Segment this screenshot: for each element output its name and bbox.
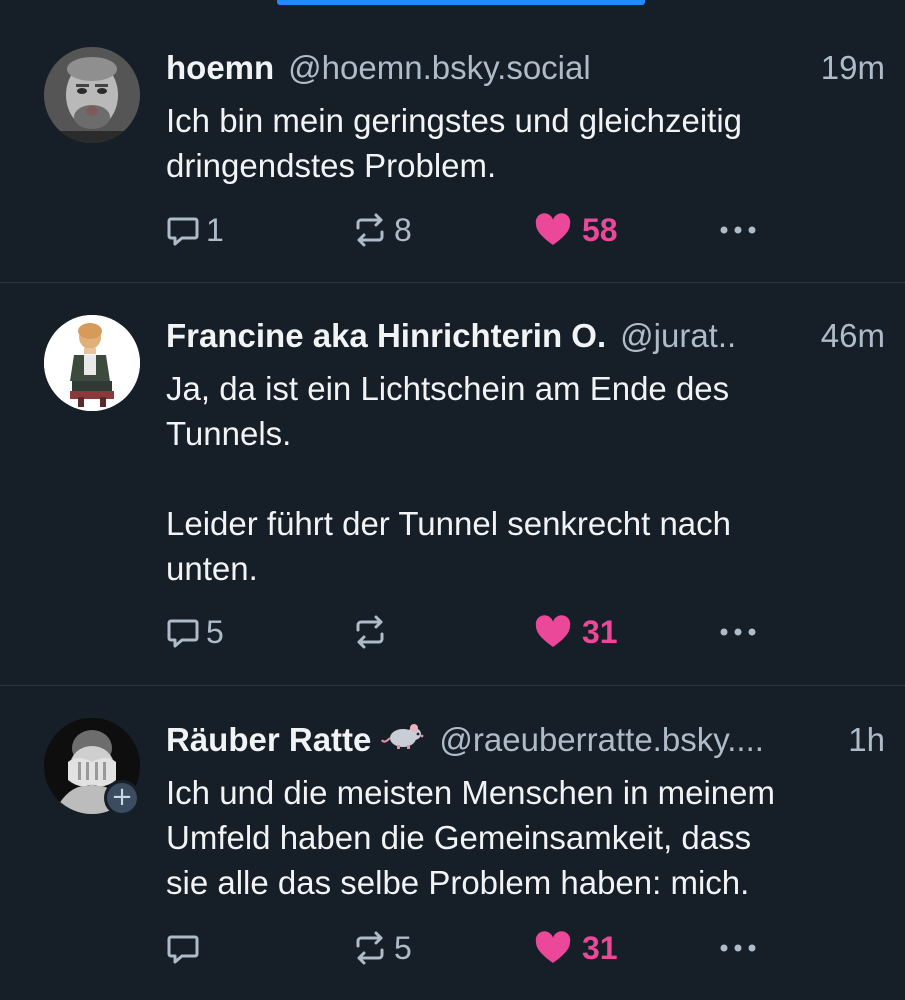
reply-icon bbox=[167, 619, 199, 648]
avatar-photo-man-icon bbox=[44, 47, 140, 143]
post-hoemn[interactable]: hoemn @hoemn.bsky.social 19m Ich bin mei… bbox=[0, 0, 905, 283]
author-name[interactable]: Francine aka Hinrichterin O. bbox=[166, 316, 606, 356]
reply-button[interactable]: 5 bbox=[166, 612, 224, 652]
reply-count: 5 bbox=[206, 613, 224, 650]
more-options-button[interactable] bbox=[718, 612, 758, 652]
post-actions: 5 31 bbox=[166, 612, 866, 652]
repost-count: 5 bbox=[394, 929, 412, 966]
repost-button[interactable] bbox=[352, 612, 394, 652]
avatar-illustration-woman-icon bbox=[44, 315, 140, 411]
avatar[interactable] bbox=[44, 315, 140, 411]
post-francine[interactable]: Francine aka Hinrichterin O. @jurat.. 46… bbox=[0, 283, 905, 686]
like-button[interactable]: 58 bbox=[534, 210, 618, 250]
avatar[interactable] bbox=[44, 47, 140, 143]
post-actions: 5 31 bbox=[166, 928, 866, 968]
heart-icon bbox=[535, 213, 571, 245]
heart-icon bbox=[535, 615, 571, 647]
author-handle[interactable]: @hoemn.bsky.social bbox=[288, 48, 811, 88]
more-icon bbox=[720, 226, 756, 234]
author-handle[interactable]: @raeuberratte.bsky.... bbox=[439, 720, 838, 760]
author-name[interactable]: hoemn bbox=[166, 48, 274, 88]
repost-icon bbox=[356, 615, 384, 649]
like-count: 58 bbox=[582, 211, 618, 248]
repost-button[interactable]: 8 bbox=[352, 210, 412, 250]
author-handle[interactable]: @jurat.. bbox=[620, 316, 811, 356]
repost-count: 8 bbox=[394, 211, 412, 248]
reply-button[interactable] bbox=[166, 928, 206, 968]
author-name[interactable]: Räuber Ratte bbox=[166, 720, 371, 760]
repost-icon bbox=[356, 213, 384, 247]
rat-emoji-icon bbox=[381, 720, 425, 761]
post-text: Ja, da ist ein Lichtschein am Ende des T… bbox=[166, 370, 732, 587]
more-options-button[interactable] bbox=[718, 928, 758, 968]
post-raeuber-ratte[interactable]: + Räuber Ratte @raeuberratte.bsky.... 1h… bbox=[0, 686, 905, 1000]
post-timestamp[interactable]: 46m bbox=[821, 316, 885, 356]
more-icon bbox=[720, 944, 756, 952]
post-actions: 1 8 58 bbox=[166, 210, 866, 250]
reply-icon bbox=[167, 217, 199, 246]
post-timestamp[interactable]: 19m bbox=[821, 48, 885, 88]
more-options-button[interactable] bbox=[718, 210, 758, 250]
heart-icon bbox=[535, 931, 571, 963]
follow-plus-badge[interactable]: + bbox=[104, 780, 140, 816]
repost-icon bbox=[356, 931, 384, 965]
repost-button[interactable]: 5 bbox=[352, 928, 412, 968]
post-text: Ich bin mein geringstes und gleichzeitig… bbox=[166, 102, 743, 184]
like-button[interactable]: 31 bbox=[534, 612, 618, 652]
post-text: Ich und die meisten Menschen in meinem U… bbox=[166, 774, 775, 901]
more-icon bbox=[720, 628, 756, 636]
like-button[interactable]: 31 bbox=[534, 928, 618, 968]
reply-icon bbox=[167, 935, 199, 964]
like-count: 31 bbox=[582, 929, 618, 966]
reply-button[interactable]: 1 bbox=[166, 210, 224, 250]
like-count: 31 bbox=[582, 613, 618, 650]
post-timestamp[interactable]: 1h bbox=[848, 720, 885, 760]
reply-count: 1 bbox=[206, 211, 224, 248]
